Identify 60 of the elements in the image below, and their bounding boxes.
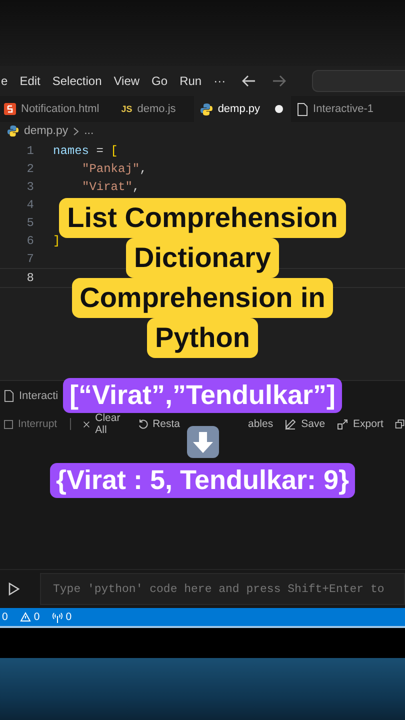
status-count[interactable]: 0 <box>66 611 72 623</box>
windows-icon[interactable] <box>395 418 405 430</box>
editor-tab[interactable]: demp.py <box>194 96 292 122</box>
python-file-icon <box>7 125 19 137</box>
toolbar-button[interactable]: Save <box>285 418 326 430</box>
line-number: 2 <box>26 162 34 176</box>
menu-item[interactable]: Selection <box>52 74 102 88</box>
js-file-icon: JS <box>121 104 132 114</box>
editor-tab[interactable]: Notification.html <box>0 96 116 122</box>
pencil-icon <box>285 418 296 430</box>
html-file-icon <box>4 103 16 115</box>
status-count[interactable]: 0 <box>34 611 40 623</box>
line-number: 5 <box>26 216 34 230</box>
toolbar-button[interactable]: Export <box>337 418 384 430</box>
caption-text: {Virat : 5, Tendulkar: 9} <box>50 463 356 498</box>
export-icon <box>337 418 348 430</box>
code-input-field[interactable]: Type 'python' code here and press Shift+Enter to <box>40 573 405 605</box>
chevron-icon <box>73 126 80 136</box>
file-icon <box>297 102 308 116</box>
toolbar-button[interactable]: Resta <box>138 418 180 430</box>
menu-item[interactable]: Run <box>180 74 202 88</box>
warning-icon <box>20 612 31 622</box>
breadcrumb-item[interactable]: demp.py <box>24 125 68 137</box>
close-icon <box>83 420 90 428</box>
toolbar-button[interactable]: Clear All <box>83 412 126 436</box>
line-number: 7 <box>26 252 34 266</box>
menu-item[interactable]: ··· <box>214 74 226 88</box>
editor-tab[interactable]: JS demo.js <box>115 96 194 122</box>
file-icon <box>4 390 14 402</box>
restart-icon <box>138 419 148 429</box>
back-arrow-icon[interactable] <box>242 75 256 87</box>
stop-icon <box>4 420 13 428</box>
menu-item[interactable]: View <box>114 74 140 88</box>
code-line: "Pankaj", <box>81 162 147 176</box>
python-file-icon <box>200 102 213 116</box>
toolbar-button[interactable]: ables <box>248 418 274 430</box>
line-number: 1 <box>26 144 34 158</box>
code-line: names = [ <box>53 144 118 158</box>
menu-item[interactable]: Edit <box>20 74 40 88</box>
status-count[interactable]: 0 <box>2 611 8 623</box>
editor-tab[interactable]: Interactive-1 <box>291 96 380 122</box>
caption-text: [“Virat”,”Tendulkar”] <box>63 378 342 413</box>
caption-text: Dictionary <box>126 238 279 278</box>
run-icon[interactable] <box>8 582 20 596</box>
code-line: ] <box>53 234 60 248</box>
search-field[interactable] <box>312 70 405 92</box>
line-number: 3 <box>26 180 34 194</box>
caption-text: Comprehension in <box>72 278 334 318</box>
caption-text: Python <box>147 318 258 358</box>
line-number: 6 <box>26 234 34 248</box>
line-number: 8 <box>26 271 34 285</box>
line-number: 4 <box>26 198 34 212</box>
menu-item[interactable]: Go <box>152 74 168 88</box>
caption-text: List Comprehension <box>59 198 346 238</box>
antenna-icon <box>52 612 63 622</box>
panel-tab[interactable]: Interacti <box>19 390 58 402</box>
forward-arrow-icon[interactable] <box>272 75 286 87</box>
menu-item[interactable]: e <box>1 74 8 88</box>
code-line: "Virat", <box>81 180 140 194</box>
breadcrumb-item[interactable]: ... <box>84 125 94 137</box>
